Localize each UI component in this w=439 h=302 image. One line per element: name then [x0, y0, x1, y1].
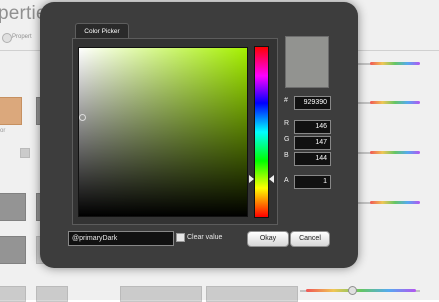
clear-value-label: Clear value: [187, 234, 223, 241]
hex-label: #: [284, 97, 288, 104]
blue-label: B: [284, 152, 289, 159]
hue-handle-left[interactable]: [249, 175, 254, 183]
red-label: R: [284, 120, 290, 127]
color-preview-swatch: [285, 36, 329, 88]
color-name-input[interactable]: @primaryDark: [68, 231, 174, 246]
blue-input[interactable]: 144: [294, 152, 331, 166]
green-label: G: [284, 136, 290, 143]
tab-color-picker[interactable]: Color Picker: [75, 23, 129, 39]
okay-button[interactable]: Okay: [247, 231, 289, 247]
hex-input[interactable]: 929390: [294, 96, 331, 110]
hue-slider[interactable]: [254, 46, 269, 218]
saturation-value-field[interactable]: [78, 47, 248, 217]
cancel-button[interactable]: Cancel: [290, 231, 330, 247]
green-input[interactable]: 147: [294, 136, 331, 150]
saturation-value-marker[interactable]: [79, 114, 86, 121]
color-picker-dialog: Color Picker # 929390 R 146 G 147 B 144 …: [40, 2, 358, 268]
clear-value-checkbox[interactable]: [176, 233, 185, 242]
alpha-input[interactable]: 1: [294, 175, 331, 189]
red-input[interactable]: 146: [294, 120, 331, 134]
alpha-label: A: [284, 177, 289, 184]
hue-handle-right[interactable]: [269, 175, 274, 183]
